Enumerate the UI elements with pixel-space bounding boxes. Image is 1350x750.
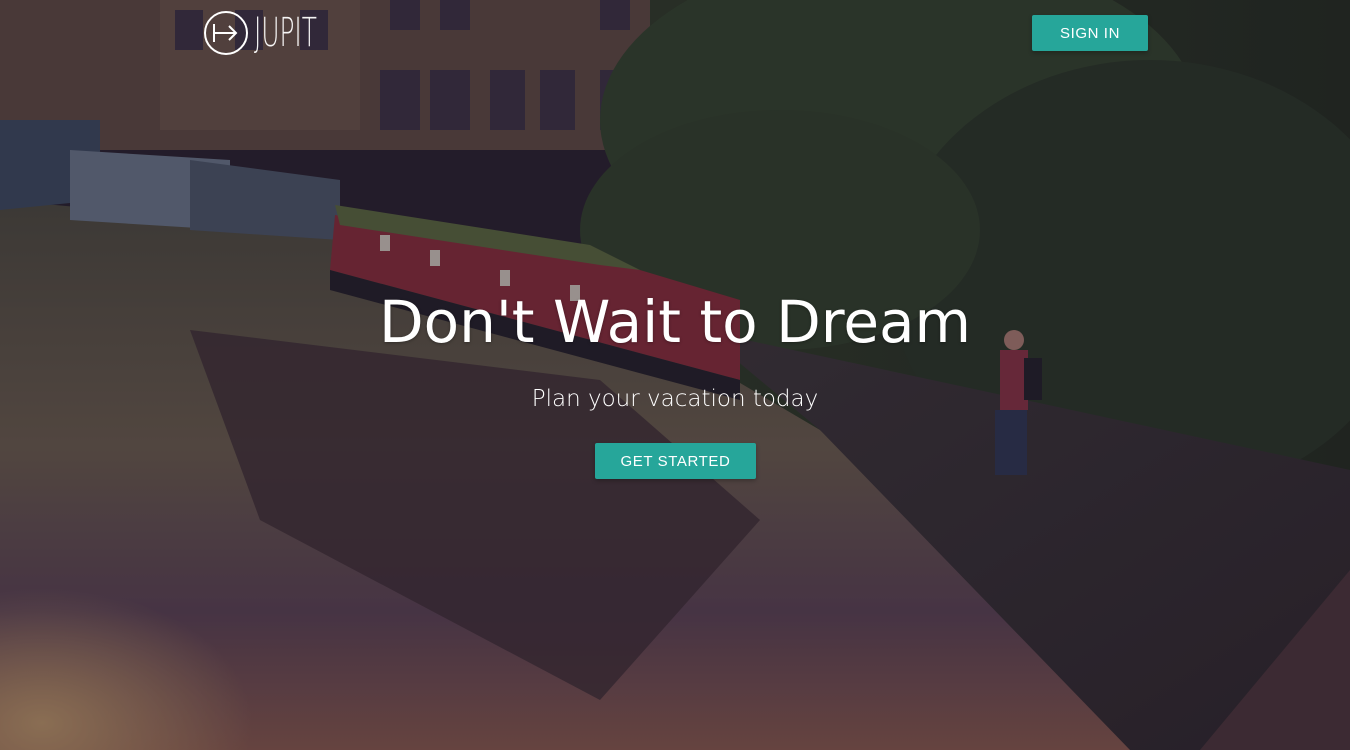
hero-subheadline: Plan your vacation today [531, 386, 819, 412]
dark-overlay [0, 0, 1350, 750]
hero-section: JUPIT SIGN IN Don't Wait to Dream Plan y… [0, 0, 1350, 750]
get-started-button[interactable]: GET STARTED [595, 443, 756, 479]
arrow-in-circle-icon [204, 11, 248, 55]
sign-in-button[interactable]: SIGN IN [1032, 15, 1148, 51]
logo[interactable]: JUPIT [203, 10, 355, 56]
logo-text: JUPIT [254, 10, 317, 56]
hero-headline: Don't Wait to Dream [378, 288, 972, 356]
